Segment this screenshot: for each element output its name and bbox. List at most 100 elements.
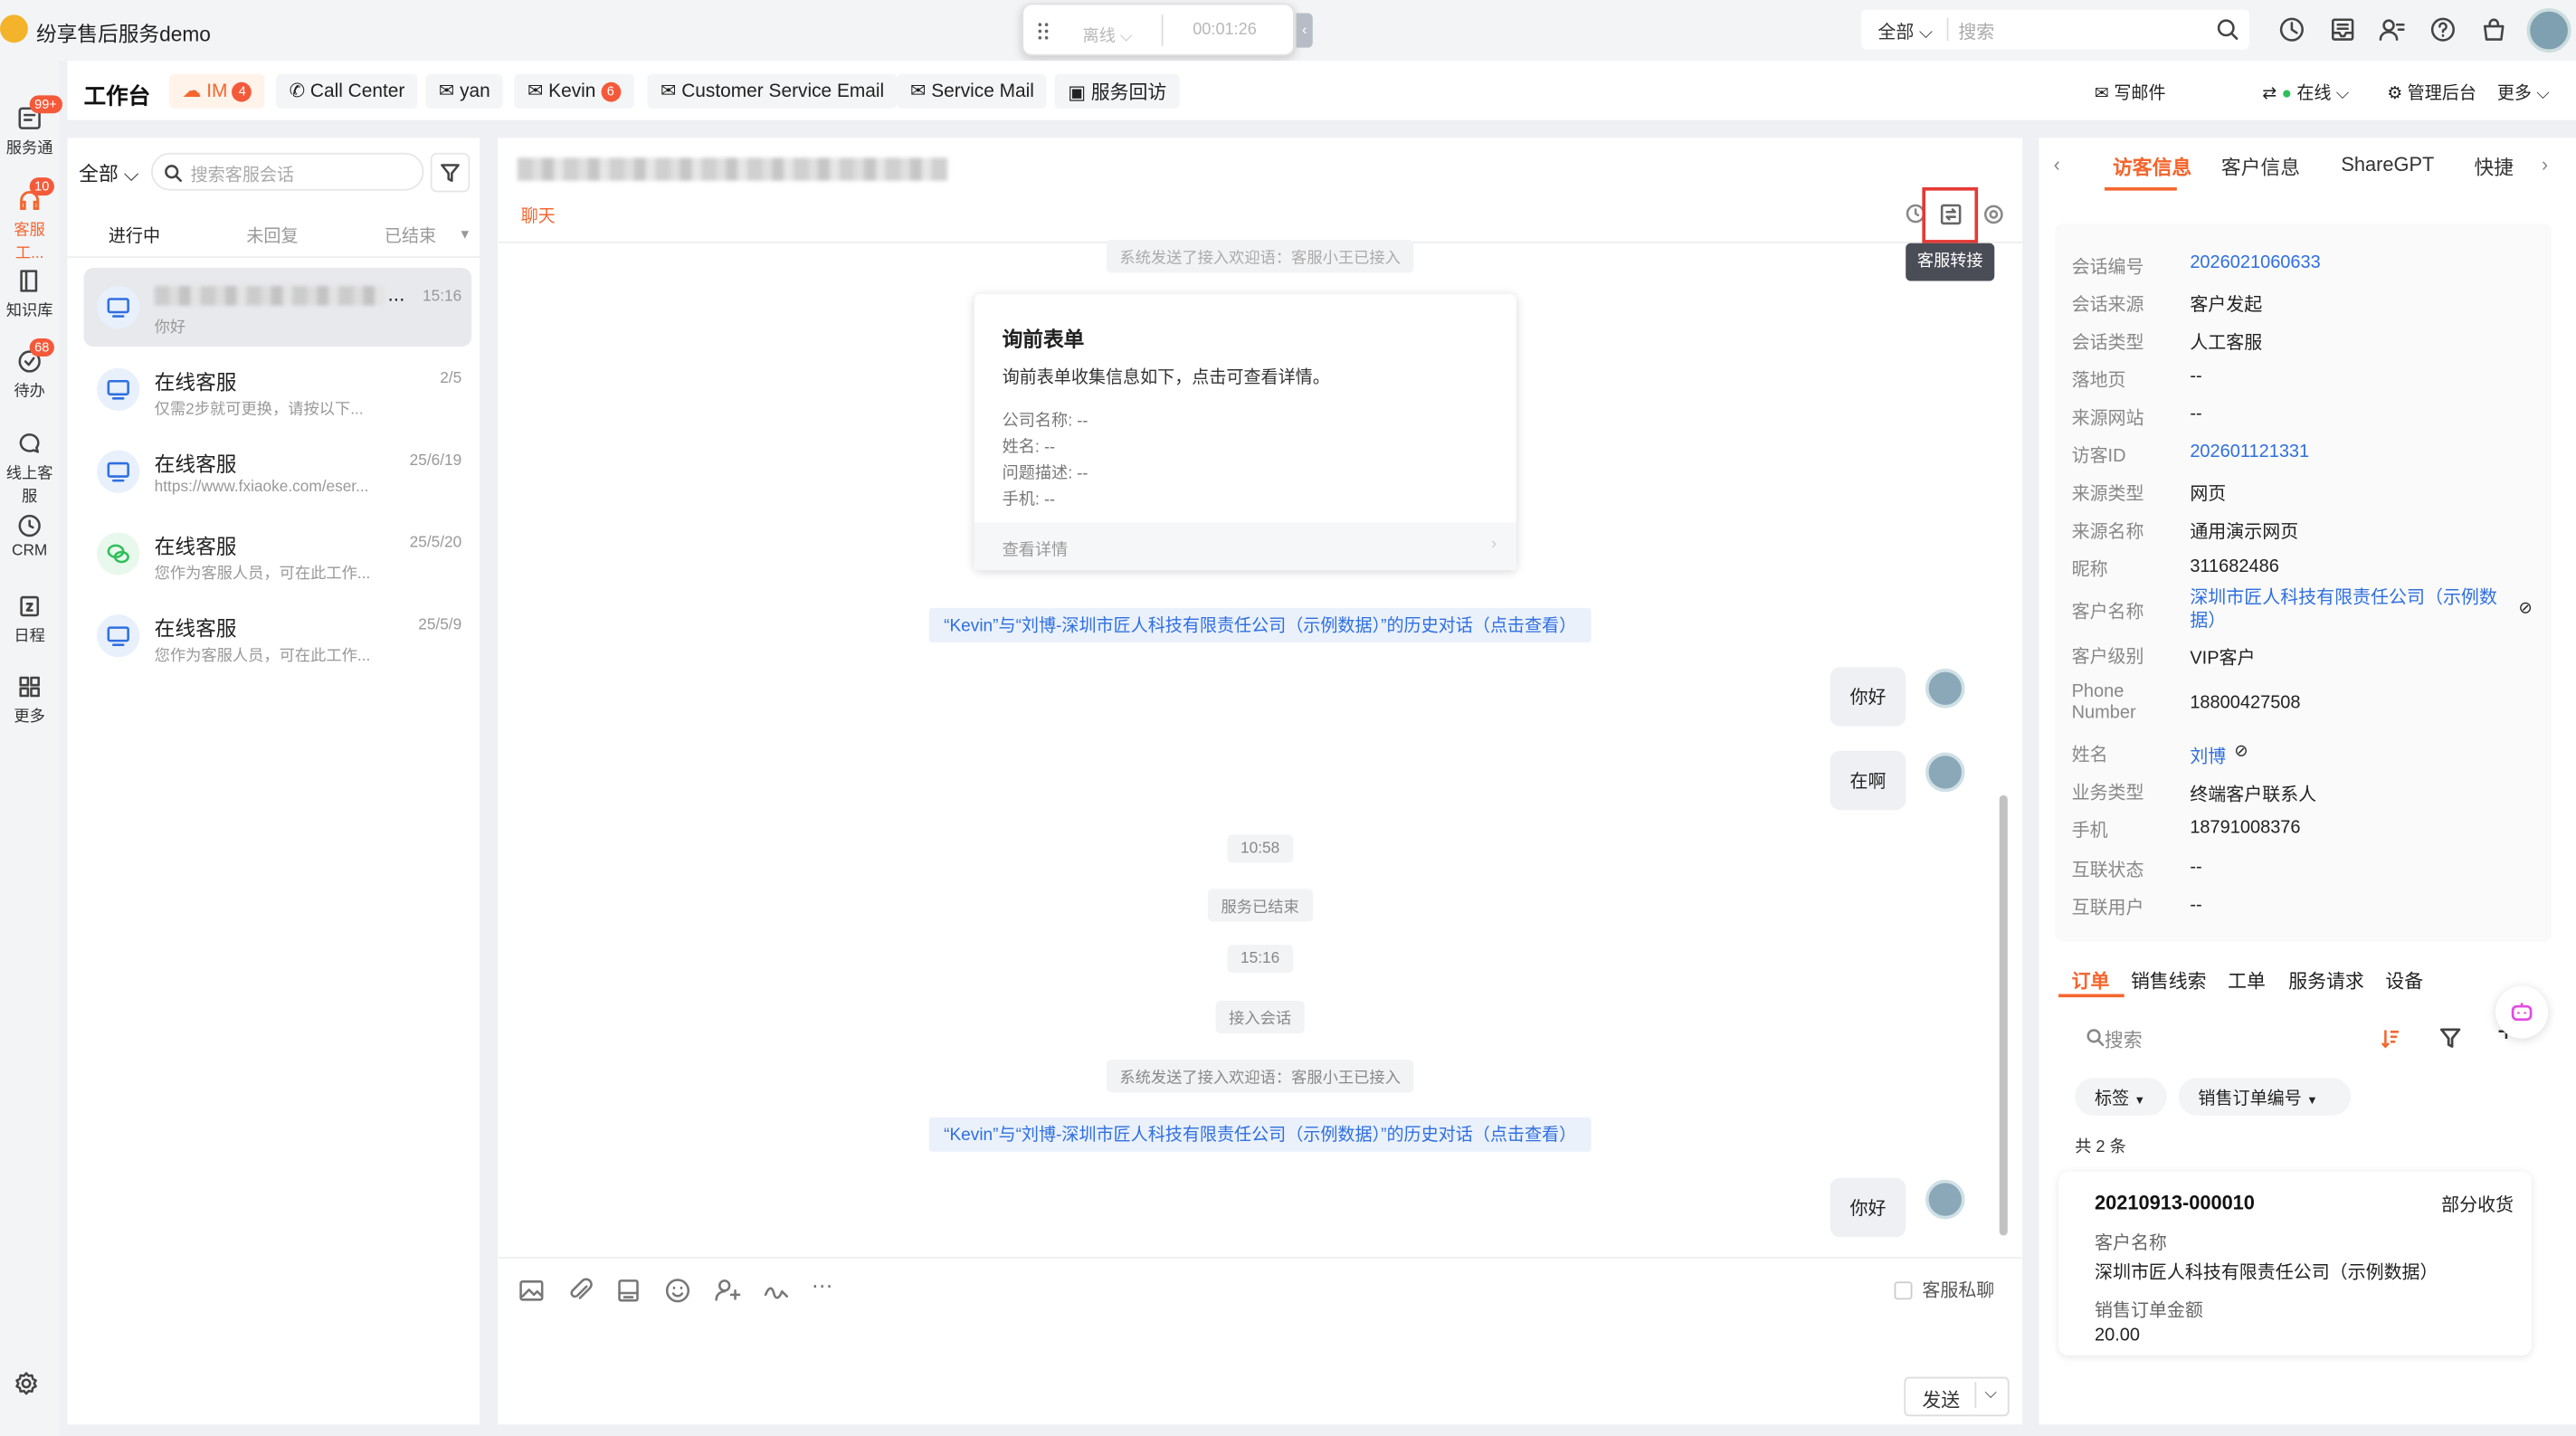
tab-yan[interactable]: ✉ yan xyxy=(425,73,504,109)
order-search-input[interactable]: 搜索 xyxy=(2058,1017,2354,1060)
tab-service-mail[interactable]: ✉ Service Mail xyxy=(897,73,1048,109)
global-search[interactable]: 全部 ⌵ 搜索 xyxy=(1861,9,2249,50)
conversation-search-input[interactable]: 搜索客服会话 xyxy=(151,152,424,191)
private-chat-checkbox[interactable] xyxy=(1894,1281,1913,1300)
tab-devices[interactable]: 设备 xyxy=(2385,968,2423,994)
tab-work-orders[interactable]: 工单 xyxy=(2228,968,2266,994)
rail-item-online-cs[interactable]: 线上客服 xyxy=(0,431,59,506)
user-avatar[interactable] xyxy=(2526,8,2571,53)
conversation-item[interactable]: 在线客服 您作为客服人员，可在此工作... 25/5/20 xyxy=(84,514,472,593)
help-icon[interactable] xyxy=(2429,14,2458,44)
global-search-input[interactable]: 搜索 xyxy=(1958,18,1994,44)
rail-item-more[interactable]: 更多 xyxy=(0,673,59,727)
tab-customer-info[interactable]: 客户信息 xyxy=(2221,153,2300,181)
tab-sharegpt[interactable]: ShareGPT xyxy=(2341,153,2434,176)
tab-quick[interactable]: 快捷 xyxy=(2474,153,2514,181)
conversation-filter-select[interactable]: 全部 ⌵ xyxy=(79,159,138,187)
history-conversation-link[interactable]: “Kevin”与“刘博-深圳市匠人科技有限责任公司（示例数据）”的历史对话（点击… xyxy=(928,607,1592,642)
agent-avatar xyxy=(1925,669,1965,708)
rail-item-service[interactable]: 服务通 99+ xyxy=(0,95,62,157)
chat-scrollbar[interactable] xyxy=(1999,794,2008,1236)
tab-call-center[interactable]: ✆ Call Center xyxy=(276,73,418,109)
conversation-item[interactable]: ... 你好 15:16 xyxy=(83,267,472,347)
card-icon[interactable] xyxy=(713,1277,741,1305)
collapse-call-widget-button[interactable]: ‹ xyxy=(1296,13,1313,48)
sort-icon[interactable] xyxy=(2379,1027,2401,1050)
order-card[interactable]: 20210913-000010 部分收货 客户名称 深圳市匠人科技有限责任公司（… xyxy=(2058,1171,2532,1356)
record-count: 共 2 条 xyxy=(2075,1138,2126,1157)
image-icon[interactable] xyxy=(518,1277,546,1305)
tab-unreplied[interactable]: 未回复 xyxy=(246,223,298,248)
rail-item-schedule[interactable]: 日程 xyxy=(0,594,59,646)
contacts-icon[interactable] xyxy=(2377,14,2407,44)
quick-reply-icon[interactable] xyxy=(614,1277,642,1305)
customer-name-link[interactable]: 深圳市匠人科技有限责任公司（示例数据） xyxy=(2190,586,2518,632)
tab-im[interactable]: ☁ IM 4 xyxy=(169,73,266,109)
order-number-filter-chip[interactable]: 销售订单编号 ▼ xyxy=(2178,1078,2352,1116)
contact-name-link[interactable]: 刘博 xyxy=(2190,743,2226,769)
online-status-select[interactable]: ⇄ ● 在线 ⌵ xyxy=(2262,81,2349,105)
conversation-name: 在线客服 xyxy=(154,371,237,395)
funnel-icon xyxy=(441,164,460,183)
private-chat-toggle[interactable]: 客服私聊 xyxy=(1894,1277,1994,1303)
tag-filter-chip[interactable]: 标签 ▼ xyxy=(2075,1078,2167,1116)
tab-kevin[interactable]: ✉ Kevin 6 xyxy=(514,73,634,109)
conversation-item[interactable]: 在线客服 仅需2步就可更换，请按以下... 2/5 xyxy=(84,350,472,429)
chevron-left-icon[interactable]: ‹ xyxy=(2054,153,2060,176)
view-details-link[interactable]: 查看详情 › xyxy=(974,522,1516,571)
rail-item-knowledge[interactable]: 知识库 xyxy=(0,268,59,320)
dropdown-caret-icon[interactable]: ▼ xyxy=(459,227,471,242)
system-message: 系统发送了接入欢迎语：客服小王已接入 xyxy=(1106,1060,1414,1093)
active-tab-indicator xyxy=(2104,187,2177,191)
more-tools-icon[interactable]: ⋯ xyxy=(812,1273,833,1299)
tab-sales-leads[interactable]: 销售线索 xyxy=(2131,968,2207,994)
write-mail-button[interactable]: ✉ 写邮件 xyxy=(2095,81,2166,105)
more-menu-button[interactable]: 更多 ⌵ xyxy=(2497,81,2550,105)
tab-chat[interactable]: 聊天 xyxy=(521,204,556,228)
pre-chat-form-card[interactable]: 询前表单 询前表单收集信息如下，点击可查看详情。 公司名称: -- 姓名: --… xyxy=(974,294,1516,571)
tab-service-revisit[interactable]: ▣ 服务回访 xyxy=(1054,73,1180,109)
history-conversation-link[interactable]: “Kevin”与“刘博-深圳市匠人科技有限责任公司（示例数据）”的历史对话（点击… xyxy=(928,1117,1592,1152)
unlink-icon[interactable]: ⊘ xyxy=(2234,743,2248,761)
tab-customer-service-email[interactable]: ✉ Customer Service Email xyxy=(647,73,898,109)
rail-item-cs-workbench[interactable]: 客服工... 10 xyxy=(0,177,59,263)
inbox-icon[interactable] xyxy=(2328,14,2358,44)
settings-gear-icon[interactable] xyxy=(14,1370,40,1396)
unlink-icon[interactable]: ⊘ xyxy=(2518,600,2532,618)
clock-icon[interactable] xyxy=(2277,14,2307,44)
tab-in-progress[interactable]: 进行中 xyxy=(109,223,160,248)
search-icon[interactable] xyxy=(2216,18,2239,41)
filter-button[interactable] xyxy=(430,152,471,193)
chevron-down-icon[interactable]: ⌵ xyxy=(1984,1385,1997,1403)
conversation-item[interactable]: 在线客服 您作为客服人员，可在此工作... 25/5/9 xyxy=(84,596,472,675)
funnel-icon[interactable] xyxy=(2439,1027,2461,1049)
tab-orders[interactable]: 订单 xyxy=(2072,968,2110,994)
rail-item-todo[interactable]: 待办 68 xyxy=(0,338,59,401)
tab-visitor-info[interactable]: 访客信息 xyxy=(2113,153,2191,181)
ai-assistant-button[interactable] xyxy=(2495,985,2549,1039)
send-button[interactable]: 发送 ⌵ xyxy=(1904,1376,2010,1417)
rail-badge: 68 xyxy=(29,338,54,357)
settings-icon[interactable] xyxy=(1983,204,2005,225)
emoji-icon[interactable] xyxy=(664,1277,692,1305)
conversation-preview: 您作为客服人员，可在此工作... xyxy=(154,647,371,666)
chevron-right-icon[interactable]: › xyxy=(2542,153,2548,176)
call-status-select[interactable]: 离线 ⌵ xyxy=(1065,14,1164,46)
workbench-tab-bar: 工作台 ☁ IM 4 ✆ Call Center ✉ yan ✉ Kevin 6 ✉… xyxy=(67,61,2576,120)
compose-mail-icon: ✉ xyxy=(2095,83,2110,104)
evaluation-icon[interactable] xyxy=(762,1277,790,1305)
order-status: 部分收货 xyxy=(2441,1195,2514,1216)
conversation-item[interactable]: 在线客服 https://www.fxiaoke.com/eser... 25/… xyxy=(84,433,472,511)
session-id-link[interactable]: 2026021060633 xyxy=(2190,253,2534,273)
shop-bag-icon[interactable] xyxy=(2479,14,2509,44)
visitor-id-link[interactable]: 202601121331 xyxy=(2190,442,2534,461)
tab-service-requests[interactable]: 服务请求 xyxy=(2288,968,2364,994)
call-widget[interactable]: 离线 ⌵ 00:01:26 xyxy=(1022,3,1295,56)
tab-ended[interactable]: 已结束 xyxy=(385,223,436,248)
attachment-icon[interactable] xyxy=(566,1277,594,1305)
search-scope-select[interactable]: 全部 ⌵ xyxy=(1877,18,1933,44)
drag-handle-icon[interactable] xyxy=(1037,22,1050,42)
calendar-icon xyxy=(20,595,40,617)
rail-item-crm[interactable]: CRM xyxy=(0,513,59,560)
admin-console-button[interactable]: ⚙ 管理后台 xyxy=(2387,81,2476,105)
